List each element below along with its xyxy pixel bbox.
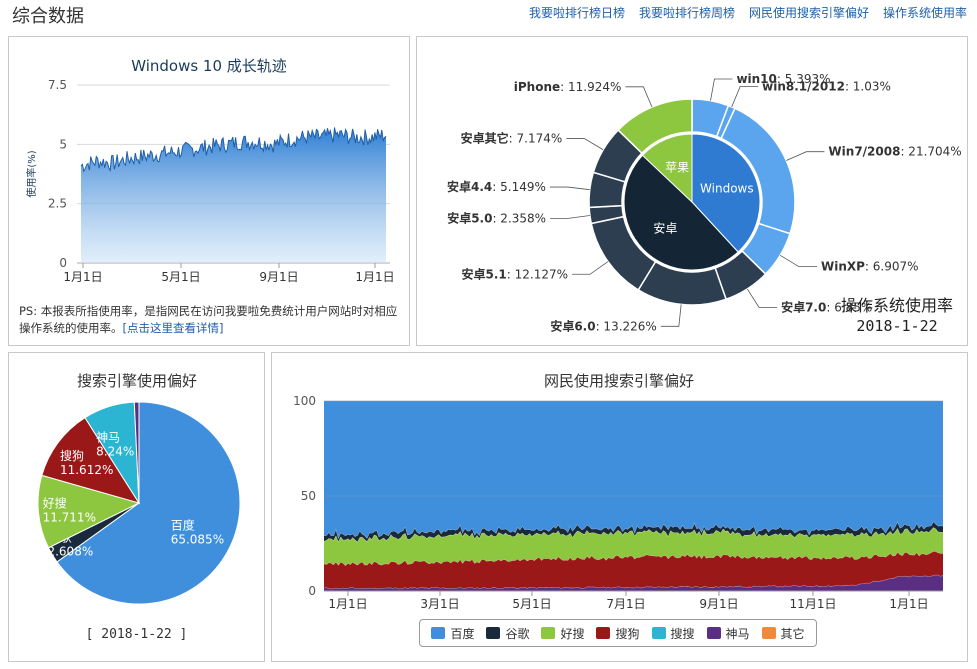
y-tick-label: 5 — [59, 137, 67, 151]
legend-label: 搜搜 — [670, 626, 695, 641]
y-axis-label: 使用率(%) — [25, 150, 38, 197]
slice-value-label: 65.085% — [171, 533, 224, 547]
win10-growth-panel: Windows 10 成长轨迹 0 2.5 5 7.5 使用率(%) 1月1日 5月1日 9月1… — [8, 36, 410, 346]
y-tick-label: 0 — [59, 256, 67, 270]
slice-data-label: iPhone: 11.924% — [514, 80, 622, 94]
chart-title: Windows 10 成长轨迹 — [131, 57, 287, 75]
os-usage-chart: Windows安卓苹果win10: 5.393%win8.1/2012: 1.0… — [447, 72, 962, 335]
stamp-date: 2018-1-22 — [856, 317, 937, 335]
search-trend-panel: 网民使用搜索引擎偏好 0 50 100 1月1日 3月1日 5月1日 7月1日 9月1日 11月1… — [271, 352, 968, 662]
label-connector — [566, 138, 604, 151]
y-tick-label: 100 — [293, 394, 316, 408]
legend-item[interactable]: 搜搜 — [651, 625, 695, 642]
legend-swatch — [706, 627, 721, 639]
search-trend-chart: 网民使用搜索引擎偏好 0 50 100 1月1日 3月1日 5月1日 7月1日 9月1日 11月1… — [293, 372, 944, 611]
link-daily-ranking[interactable]: 我要啦排行榜日榜 — [529, 4, 625, 21]
slice-value-label: 2.608% — [47, 545, 93, 559]
x-tick-label: 7月1日 — [606, 597, 645, 611]
label-connector — [710, 78, 733, 101]
slice-value-label: 11.711% — [43, 511, 96, 525]
x-tick-label: 1月1日 — [889, 597, 928, 611]
x-tick-label: 9月1日 — [259, 270, 298, 284]
legend-item[interactable]: 神马 — [706, 625, 750, 642]
chart-title: 搜索引擎使用偏好 — [77, 372, 197, 390]
label-connector — [625, 86, 653, 108]
legend-swatch — [651, 627, 666, 639]
y-tick-label: 50 — [301, 489, 316, 503]
label-connector — [550, 215, 590, 219]
search-pie-panel: 搜索引擎使用偏好百度65.085%谷歌2.608%好搜11.711%搜狗11.6… — [8, 352, 265, 662]
label-connector — [731, 86, 759, 108]
label-connector — [549, 186, 590, 191]
slice-data-label: win8.1/2012: 1.03% — [762, 80, 891, 94]
inner-slice-label: 苹果 — [665, 161, 689, 175]
slice-data-label: 安卓5.1: 12.127% — [461, 266, 568, 281]
series-area — [81, 127, 386, 263]
slice-name-label: 百度 — [171, 518, 195, 533]
chart-legend: 百度 谷歌 好搜 搜狗 搜搜 神马 其它 — [419, 619, 817, 647]
legend-swatch — [596, 627, 611, 639]
legend-swatch — [486, 627, 501, 639]
label-connector — [660, 304, 682, 327]
legend-label: 百度 — [450, 626, 475, 641]
slice-data-label: 安卓6.0: 13.226% — [550, 318, 657, 333]
slice-value-label: 8.24% — [96, 444, 134, 458]
legend-label: 谷歌 — [505, 626, 530, 641]
legend-item[interactable]: 搜狗 — [596, 625, 640, 642]
x-tick-label: 11月1日 — [790, 597, 837, 611]
legend-swatch — [761, 627, 776, 639]
link-search-preference[interactable]: 网民使用搜索引擎偏好 — [749, 4, 869, 21]
slice-name-label: 神马 — [96, 430, 120, 444]
legend-item[interactable]: 好搜 — [541, 625, 584, 642]
slice-data-label: 安卓5.0: 2.358% — [447, 210, 546, 225]
slice-value-label: 11.612% — [60, 463, 113, 477]
win10-growth-chart: Windows 10 成长轨迹 0 2.5 5 7.5 使用率(%) 1月1日 5月1日 9月1… — [25, 57, 395, 284]
slice-data-label: 安卓4.4: 5.149% — [447, 179, 546, 194]
label-connector — [779, 254, 817, 268]
x-tick-label: 1月1日 — [355, 270, 394, 284]
y-tick-label: 0 — [308, 584, 316, 598]
x-tick-label: 3月1日 — [420, 597, 459, 611]
legend-label: 神马 — [725, 626, 750, 641]
chart-title: 网民使用搜索引擎偏好 — [544, 372, 694, 390]
slice-name-label: 搜狗 — [60, 448, 84, 463]
legend-swatch — [541, 627, 556, 639]
slice-name-label: 好搜 — [43, 496, 67, 511]
legend-label: 好搜 — [560, 626, 585, 641]
x-tick-label: 1月1日 — [328, 597, 367, 611]
legend-label: 搜狗 — [615, 626, 640, 641]
details-link[interactable]: [点击这里查看详情] — [123, 321, 224, 335]
slice-data-label: 安卓其它: 7.174% — [461, 131, 563, 146]
inner-slice-label: Windows — [700, 181, 754, 195]
y-tick-label: 7.5 — [48, 78, 67, 92]
x-tick-label: 5月1日 — [161, 270, 200, 284]
x-tick-label: 9月1日 — [699, 597, 738, 611]
label-connector — [786, 151, 825, 161]
link-os-usage[interactable]: 操作系统使用率 — [883, 4, 967, 21]
search-pie-chart: 搜索引擎使用偏好百度65.085%谷歌2.608%好搜11.711%搜狗11.6… — [37, 372, 241, 605]
label-connector — [746, 288, 778, 308]
legend-item[interactable]: 谷歌 — [486, 625, 529, 642]
ps-note: PS: 本报表所指使用率，是指网民在访问我要啦免费统计用户网站时对相应操作系统的… — [19, 303, 404, 337]
page-title: 综合数据 — [12, 6, 84, 27]
legend-item[interactable]: 百度 — [431, 625, 474, 642]
inner-slice-label: 安卓 — [653, 220, 677, 235]
legend-swatch — [431, 627, 446, 639]
y-tick-label: 2.5 — [48, 197, 67, 211]
pie-date: [ 2018-1-22 ] — [85, 627, 188, 642]
x-tick-label: 1月1日 — [63, 270, 102, 284]
stamp-title: 操作系统使用率 — [841, 296, 953, 315]
slice-data-label: WinXP: 6.907% — [821, 260, 919, 274]
os-usage-panel: Windows 安卓 苹果 win10: 5.393% win8.1/2012: 1.0… — [416, 36, 968, 346]
top-nav-links: 我要啦排行榜日榜 我要啦排行榜周榜 网民使用搜索引擎偏好 操作系统使用率 — [529, 4, 967, 21]
link-weekly-ranking[interactable]: 我要啦排行榜周榜 — [639, 4, 735, 21]
legend-label: 其它 — [780, 626, 805, 641]
series-area — [324, 401, 943, 539]
x-tick-label: 5月1日 — [512, 597, 551, 611]
legend-item[interactable]: 其它 — [761, 625, 805, 642]
slice-data-label: Win7/2008: 21.704% — [828, 145, 961, 159]
label-connector — [572, 261, 609, 275]
